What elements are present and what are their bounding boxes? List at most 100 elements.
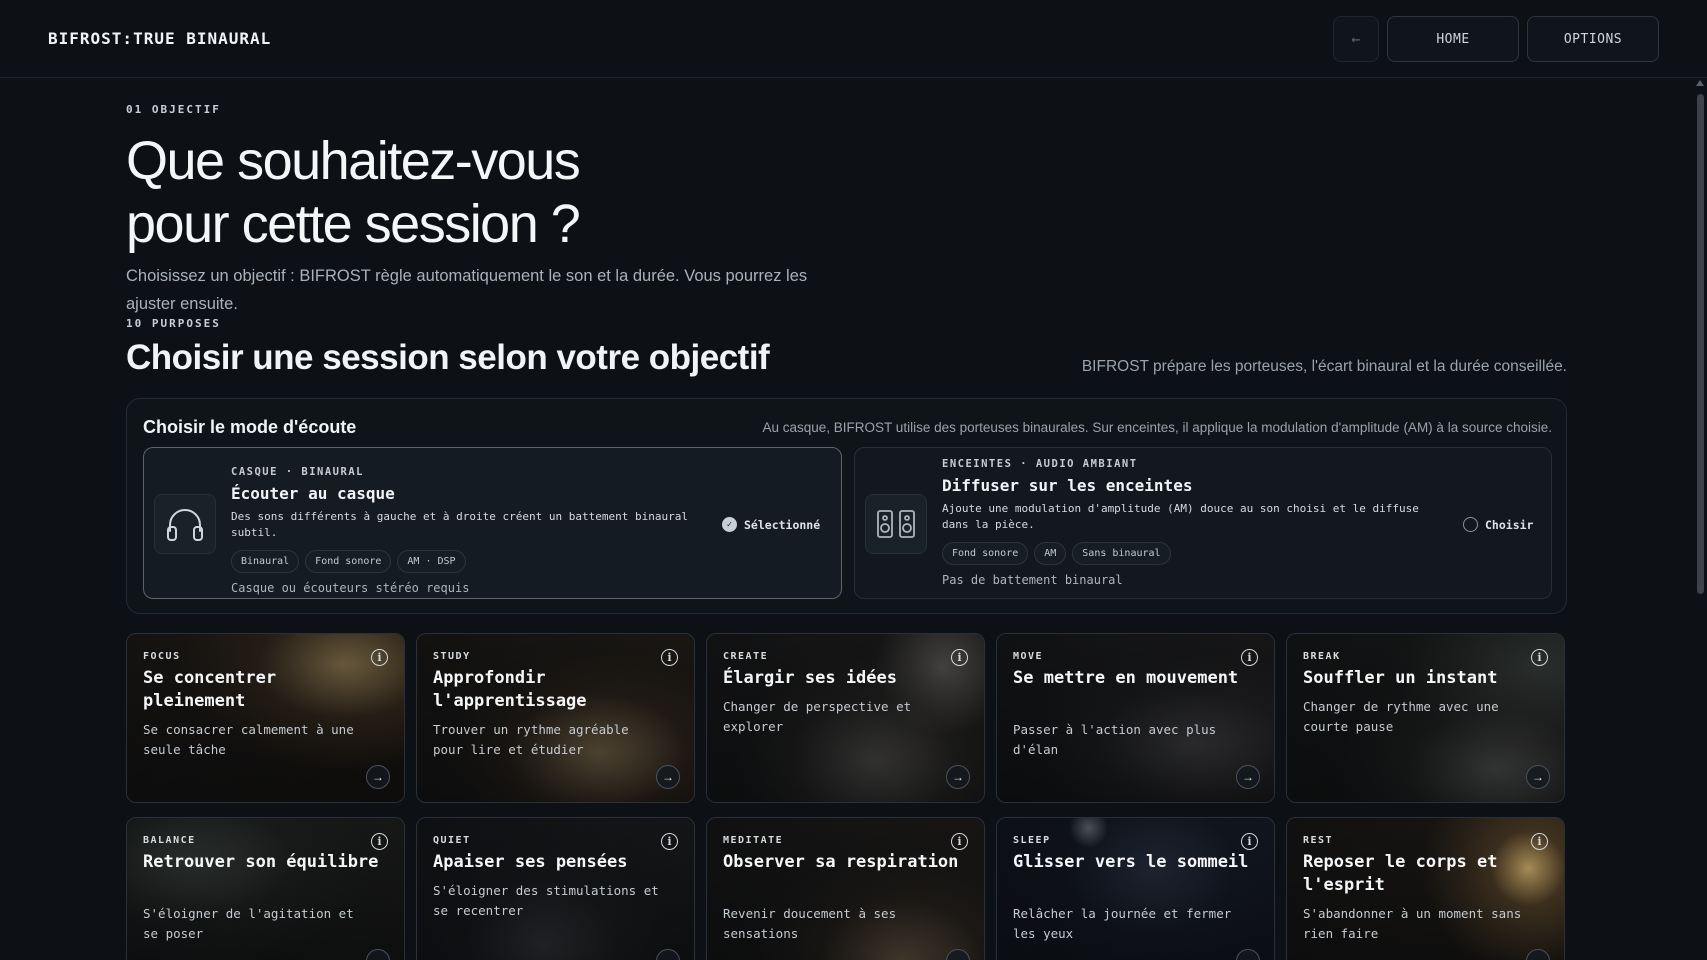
card-title: Apaiser ses pensées: [433, 852, 628, 872]
mode-tags: Binaural Fond sonore AM · DSP: [231, 550, 711, 573]
mode-option-body: ENCEINTES · AUDIO AMBIANT Diffuser sur l…: [942, 458, 1422, 587]
page-title-line-1: Que souhaitez-vous: [126, 131, 581, 191]
tag-chip: AM · DSP: [397, 550, 466, 573]
info-icon[interactable]: i: [951, 833, 968, 850]
card-kicker: QUIET: [433, 835, 471, 846]
arrow-right-icon[interactable]: →: [656, 765, 680, 789]
card-description: Changer de perspective et explorer: [723, 699, 912, 734]
info-icon[interactable]: i: [371, 833, 388, 850]
purpose-card-focus[interactable]: FOCUS Se concentrer pleinement Se consac…: [126, 633, 405, 803]
purpose-card-quiet[interactable]: QUIET Apaiser ses pensées S'éloigner des…: [416, 817, 695, 960]
card-kicker: CREATE: [723, 651, 769, 662]
mode-option-headphones[interactable]: CASQUE · BINAURAL Écouter au casque Des …: [143, 447, 842, 599]
mode-heading: Choisir le mode d'écoute: [143, 417, 357, 437]
card-kicker: FOCUS: [143, 651, 181, 662]
mode-title: Diffuser sur les enceintes: [942, 476, 1193, 495]
mode-kicker: ENCEINTES · AUDIO AMBIANT: [942, 458, 1138, 470]
purpose-card-create[interactable]: CREATE Élargir ses idées Changer de pers…: [706, 633, 985, 803]
purpose-card-sleep[interactable]: SLEEP Glisser vers le sommeil Relâcher l…: [996, 817, 1275, 960]
options-button[interactable]: OPTIONS: [1527, 16, 1659, 62]
card-title: Observer sa respiration: [723, 852, 959, 872]
card-description: Changer de rythme avec une courte pause: [1303, 699, 1499, 734]
mode-choose-indicator[interactable]: Choisir: [1463, 517, 1533, 532]
card-title: Approfondir l'apprentissage: [433, 668, 587, 711]
card-kicker: MOVE: [1013, 651, 1044, 662]
purpose-card-meditate[interactable]: MEDITATE Observer sa respiration Revenir…: [706, 817, 985, 960]
card-description: Trouver un rythme agréable pour lire et …: [433, 722, 629, 757]
info-icon[interactable]: i: [661, 649, 678, 666]
section-eyebrow: 10 PURPOSES: [126, 317, 221, 330]
card-title: Se concentrer pleinement: [143, 668, 277, 711]
tag-chip: Binaural: [231, 550, 300, 573]
card-description: S'éloigner des stimulations et se recent…: [433, 883, 659, 918]
card-description: Passer à l'action avec plus d'élan: [1013, 722, 1217, 757]
purpose-card-study[interactable]: STUDY Approfondir l'apprentissage Trouve…: [416, 633, 695, 803]
headphones-icon: [154, 494, 216, 554]
card-kicker: BALANCE: [143, 835, 196, 846]
info-icon[interactable]: i: [1241, 649, 1258, 666]
home-button[interactable]: HOME: [1387, 16, 1519, 62]
card-title: Retrouver son équilibre: [143, 852, 379, 872]
mode-option-speakers[interactable]: ENCEINTES · AUDIO AMBIANT Diffuser sur l…: [854, 447, 1552, 599]
card-description: Se consacrer calmement à une seule tâche: [143, 722, 354, 757]
info-icon[interactable]: i: [371, 649, 388, 666]
card-title: Se mettre en mouvement: [1013, 668, 1239, 688]
tag-chip: Fond sonore: [305, 550, 392, 573]
info-icon[interactable]: i: [1531, 833, 1548, 850]
top-bar: BIFROST:TRUE BINAURAL ← HOME OPTIONS: [0, 0, 1707, 78]
card-kicker: REST: [1303, 835, 1334, 846]
arrow-right-icon[interactable]: →: [946, 765, 970, 789]
mode-title: Écouter au casque: [231, 484, 395, 503]
mode-requirement: Casque ou écouteurs stéréo requis: [231, 581, 470, 595]
purpose-card-move[interactable]: MOVE Se mettre en mouvement Passer à l'a…: [996, 633, 1275, 803]
listening-mode-panel: Choisir le mode d'écoute Au casque, BIFR…: [126, 398, 1567, 614]
card-title: Élargir ses idées: [723, 668, 897, 688]
speakers-icon: [865, 494, 927, 554]
mode-description: Des sons différents à gauche et à droite…: [231, 510, 688, 539]
card-title: Glisser vers le sommeil: [1013, 852, 1249, 872]
tag-chip: Sans binaural: [1072, 542, 1171, 565]
info-icon[interactable]: i: [661, 833, 678, 850]
page-subtitle: Choisissez un objectif : BIFROST règle a…: [126, 267, 808, 313]
mode-requirement: Pas de battement binaural: [942, 573, 1123, 587]
mode-selected-indicator: Sélectionné: [722, 517, 820, 532]
mode-kicker: CASQUE · BINAURAL: [231, 466, 364, 478]
mode-status-label: Choisir: [1485, 517, 1534, 532]
card-description: Relâcher la journée et fermer les yeux: [1013, 906, 1232, 941]
card-description: S'éloigner de l'agitation et se poser: [143, 906, 354, 941]
app-title: BIFROST:TRUE BINAURAL: [48, 29, 272, 48]
mode-description: Ajoute une modulation d'amplitude (AM) d…: [942, 502, 1419, 531]
radio-icon: [1463, 517, 1478, 532]
info-icon[interactable]: i: [1241, 833, 1258, 850]
mode-tags: Fond sonore AM Sans binaural: [942, 542, 1422, 565]
tag-chip: AM: [1034, 542, 1067, 565]
check-icon: [722, 517, 737, 532]
card-kicker: BREAK: [1303, 651, 1341, 662]
purpose-card-break[interactable]: BREAK Souffler un instant Changer de ryt…: [1286, 633, 1565, 803]
back-button[interactable]: ←: [1333, 16, 1379, 62]
arrow-right-icon[interactable]: →: [1526, 765, 1550, 789]
info-icon[interactable]: i: [951, 649, 968, 666]
section-note: BIFROST prépare les porteuses, l'écart b…: [1081, 358, 1567, 375]
scroll-up-icon[interactable]: [1696, 80, 1704, 86]
mode-option-body: CASQUE · BINAURAL Écouter au casque Des …: [231, 466, 711, 595]
scrollbar-thumb[interactable]: [1697, 94, 1704, 594]
tag-chip: Fond sonore: [942, 542, 1029, 565]
mode-status-label: Sélectionné: [744, 517, 821, 532]
card-kicker: SLEEP: [1013, 835, 1051, 846]
arrow-right-icon[interactable]: →: [366, 765, 390, 789]
card-kicker: MEDITATE: [723, 835, 784, 846]
arrow-right-icon[interactable]: →: [1236, 765, 1260, 789]
purpose-card-balance[interactable]: BALANCE Retrouver son équilibre S'éloign…: [126, 817, 405, 960]
mode-note: Au casque, BIFROST utilise des porteuses…: [762, 420, 1553, 435]
card-description: Revenir doucement à ses sensations: [723, 906, 897, 941]
back-arrow-icon: ←: [1351, 30, 1361, 48]
card-title: Souffler un instant: [1303, 668, 1498, 688]
step-eyebrow: 01 OBJECTIF: [126, 103, 221, 116]
section-title: Choisir une session selon votre objectif: [126, 338, 770, 377]
info-icon[interactable]: i: [1531, 649, 1548, 666]
page-title-line-2: pour cette session ?: [126, 194, 581, 254]
purpose-card-rest[interactable]: REST Reposer le corps et l'esprit S'aban…: [1286, 817, 1565, 960]
card-description: S'abandonner à un moment sans rien faire: [1303, 906, 1522, 941]
card-kicker: STUDY: [433, 651, 471, 662]
